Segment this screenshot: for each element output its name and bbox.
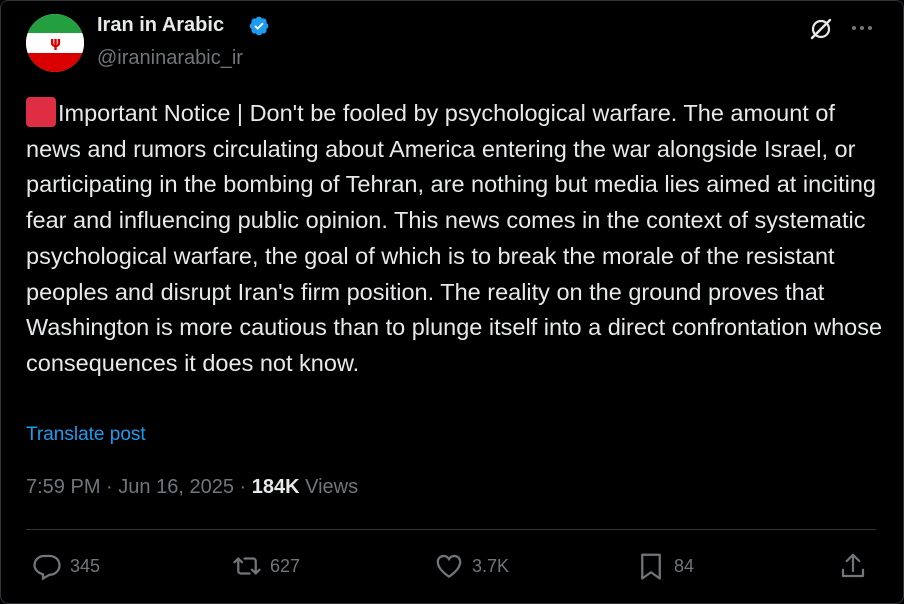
share-button[interactable] xyxy=(838,549,868,583)
translate-post-link[interactable]: Translate post xyxy=(26,424,146,446)
meta-separator: · xyxy=(239,476,247,498)
reply-count: 345 xyxy=(70,555,101,576)
bookmark-icon xyxy=(641,553,661,580)
author-name[interactable]: Iran in Arabic xyxy=(97,14,224,37)
author-handle[interactable]: @iraninarabic_ir xyxy=(97,47,243,70)
like-button[interactable]: 3.7K xyxy=(434,549,509,583)
heart-icon xyxy=(436,554,462,578)
grok-icon[interactable] xyxy=(808,16,834,42)
flag-green-stripe xyxy=(26,14,84,33)
bookmark-button[interactable]: 84 xyxy=(636,549,694,583)
more-icon[interactable] xyxy=(850,18,874,38)
post-text-container: Important Notice | Don't be fooled by ps… xyxy=(26,96,886,382)
verified-badge-icon xyxy=(249,16,269,36)
share-icon xyxy=(841,553,865,578)
reply-icon xyxy=(33,554,61,581)
post-time[interactable]: 7:59 PM xyxy=(26,476,100,498)
flag-emblem-icon: ψ xyxy=(50,35,62,51)
bookmark-count: 84 xyxy=(674,555,695,576)
avatar[interactable]: ψ xyxy=(26,14,84,72)
divider xyxy=(26,529,876,530)
post-date[interactable]: Jun 16, 2025 xyxy=(118,476,234,498)
post-meta: 7:59 PM · Jun 16, 2025 · 184K Views xyxy=(26,476,358,499)
views-count: 184K xyxy=(251,476,300,498)
like-count: 3.7K xyxy=(472,555,510,576)
repost-icon xyxy=(233,557,261,575)
flag-red-stripe xyxy=(26,53,84,72)
repost-count: 627 xyxy=(270,555,301,576)
views-label: Views xyxy=(305,476,359,498)
meta-separator: · xyxy=(106,476,113,498)
red-square-icon xyxy=(26,97,56,127)
post-text: Important Notice | Don't be fooled by ps… xyxy=(26,100,883,376)
repost-button[interactable]: 627 xyxy=(232,549,300,583)
reply-button[interactable]: 345 xyxy=(32,549,100,583)
